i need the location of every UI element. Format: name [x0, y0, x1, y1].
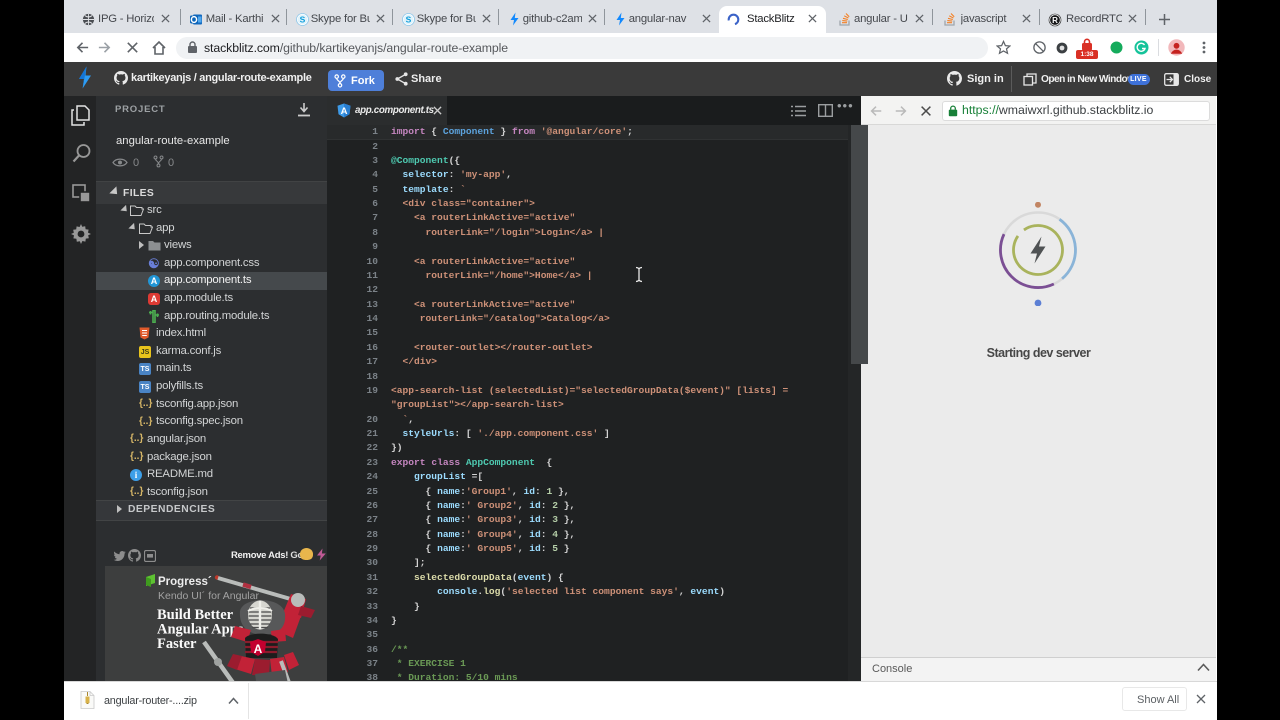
- svg-text:R: R: [1052, 16, 1058, 25]
- svg-text:S: S: [300, 15, 306, 25]
- svg-text:Progress´: Progress´: [158, 576, 212, 588]
- svg-text:Kendo UI´ for Angular: Kendo UI´ for Angular: [158, 590, 259, 602]
- svg-text:S: S: [406, 15, 412, 25]
- svg-text:Faster: Faster: [157, 636, 197, 652]
- svg-text:A: A: [254, 642, 263, 656]
- svg-text:A: A: [341, 106, 348, 117]
